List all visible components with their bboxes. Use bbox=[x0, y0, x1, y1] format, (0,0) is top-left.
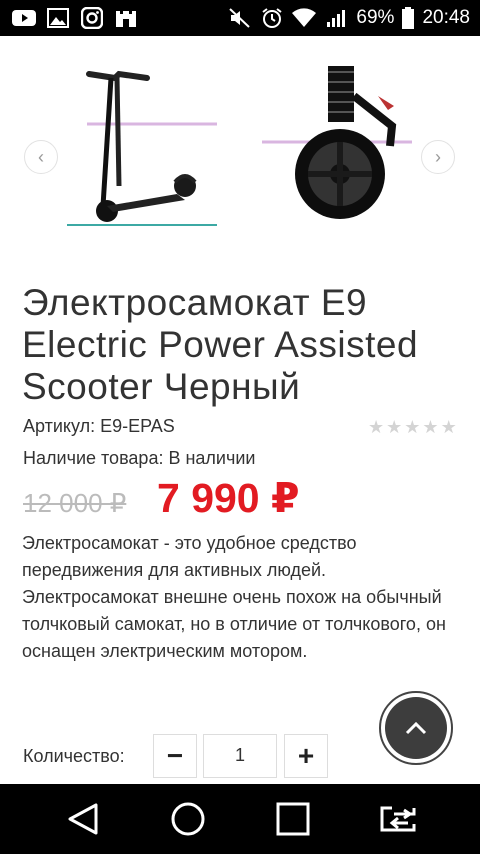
back-icon[interactable] bbox=[53, 789, 113, 849]
quantity-increase-button[interactable]: + bbox=[284, 734, 328, 778]
star-icon[interactable]: ★ bbox=[441, 418, 457, 436]
home-icon[interactable] bbox=[158, 789, 218, 849]
youtube-icon bbox=[12, 7, 36, 29]
castle-icon bbox=[114, 7, 138, 29]
star-icon[interactable]: ★ bbox=[368, 418, 384, 436]
chevron-right-icon: › bbox=[435, 146, 441, 167]
scooter-wheel-image[interactable] bbox=[262, 66, 412, 231]
active-thumb-indicator bbox=[67, 224, 217, 226]
scooter-full-image[interactable] bbox=[67, 66, 217, 231]
minus-icon: − bbox=[166, 740, 184, 771]
product-stock: Наличие товара: В наличии bbox=[23, 448, 256, 468]
product-description: Электросамокат - это удобное средство пе… bbox=[22, 533, 446, 661]
scroll-to-top-button[interactable] bbox=[379, 691, 453, 765]
gallery-next-button[interactable]: › bbox=[421, 140, 455, 174]
gallery-prev-button[interactable]: ‹ bbox=[24, 140, 58, 174]
alarm-icon bbox=[260, 7, 284, 29]
star-icon[interactable]: ★ bbox=[404, 418, 420, 436]
wifi-icon bbox=[292, 7, 317, 29]
product-title: Электросамокат E9 Electric Power Assiste… bbox=[22, 282, 419, 407]
star-icon[interactable]: ★ bbox=[422, 418, 438, 436]
mute-icon bbox=[228, 7, 252, 29]
star-icon[interactable]: ★ bbox=[386, 418, 402, 436]
product-gallery: ‹ › bbox=[0, 36, 480, 266]
quantity-label: Количество: bbox=[23, 746, 125, 766]
recents-icon[interactable] bbox=[263, 789, 323, 849]
system-nav-bar bbox=[0, 784, 480, 854]
signal-icon bbox=[324, 7, 348, 29]
product-sku: Артикул: E9-EPAS bbox=[23, 416, 175, 436]
plus-icon: + bbox=[297, 740, 315, 771]
rating-stars[interactable]: ★ ★ ★ ★ ★ bbox=[368, 418, 457, 436]
battery-percent: 69% bbox=[356, 7, 395, 28]
current-price: 7 990 ₽ bbox=[157, 475, 300, 521]
old-price: 12 000 ₽ bbox=[23, 488, 127, 518]
battery-icon bbox=[402, 7, 415, 29]
instagram-icon bbox=[80, 7, 104, 29]
quantity-input[interactable]: 1 bbox=[203, 734, 277, 778]
chevron-left-icon: ‹ bbox=[38, 146, 44, 167]
gallery-icon bbox=[46, 7, 70, 29]
quantity-decrease-button[interactable]: − bbox=[153, 734, 197, 778]
switch-apps-icon[interactable] bbox=[368, 789, 428, 849]
status-bar: 69% 20:48 bbox=[0, 0, 480, 36]
chevron-up-icon bbox=[385, 697, 447, 759]
clock: 20:48 bbox=[422, 7, 470, 28]
